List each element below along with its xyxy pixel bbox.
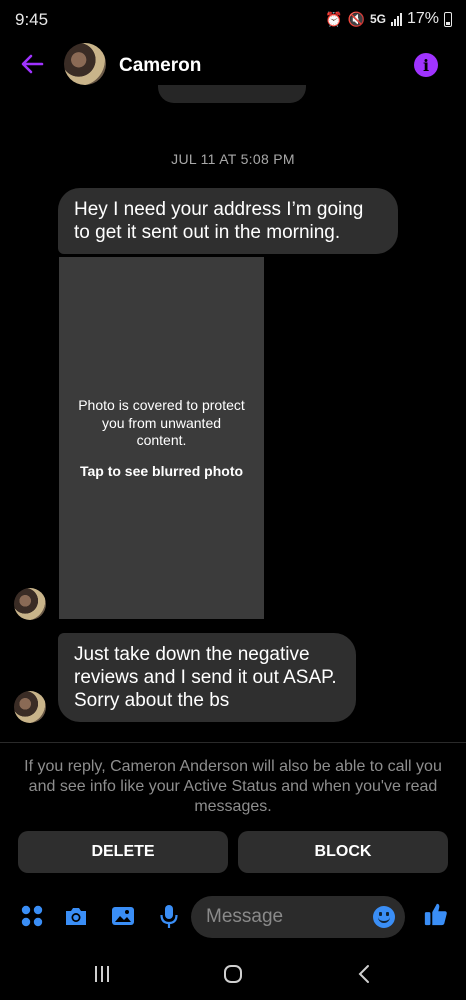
recent-apps-icon[interactable] <box>91 962 113 986</box>
like-icon[interactable] <box>423 901 449 927</box>
contact-name[interactable]: Cameron <box>119 55 201 77</box>
message-timestamp: JUL 11 AT 5:08 PM <box>171 151 295 167</box>
contact-avatar[interactable] <box>64 43 106 85</box>
emoji-icon[interactable] <box>373 906 395 928</box>
gallery-icon[interactable] <box>110 903 136 929</box>
back-arrow-icon[interactable] <box>18 50 46 78</box>
battery-icon <box>444 11 452 27</box>
see-blurred-photo-link[interactable]: Tap to see blurred photo <box>59 463 264 479</box>
covered-photo[interactable]: Photo is covered to protect you from unw… <box>59 257 264 619</box>
battery-level: 17% <box>406 10 439 27</box>
divider <box>0 742 466 743</box>
message-placeholder: Message <box>206 906 284 927</box>
alarm-icon: ⏰ <box>325 10 343 27</box>
mute-icon: 🔇 <box>347 10 365 27</box>
status-bar: 9:45 ⏰ 🔇 5G 17% <box>0 0 466 40</box>
info-icon[interactable]: i <box>414 53 438 77</box>
network-type: 5G <box>369 12 386 26</box>
message-input[interactable]: Message <box>191 896 405 938</box>
message-bubble[interactable]: Just take down the negative reviews and … <box>58 633 356 722</box>
system-nav-bar <box>0 950 466 1000</box>
nav-back-icon[interactable] <box>355 962 373 986</box>
photo-cover-note: Photo is covered to protect you from unw… <box>78 397 245 448</box>
menu-icon[interactable] <box>19 903 45 929</box>
camera-icon[interactable] <box>63 903 89 929</box>
home-icon[interactable] <box>222 962 244 986</box>
sender-avatar <box>14 588 46 620</box>
message-bubble[interactable]: Hey I need your address I’m going to get… <box>58 188 398 254</box>
sender-avatar <box>14 691 46 723</box>
signal-icon <box>390 12 402 26</box>
message-request-notice: If you reply, Cameron Anderson will also… <box>24 758 442 815</box>
delete-button[interactable]: DELETE <box>18 831 228 873</box>
previous-message-bubble <box>158 85 306 103</box>
status-time: 9:45 <box>15 10 49 29</box>
chat-header: Cameron i <box>0 40 466 90</box>
mic-icon[interactable] <box>156 903 182 929</box>
block-button[interactable]: BLOCK <box>238 831 448 873</box>
status-icons: ⏰ 🔇 5G 17% <box>325 10 452 28</box>
